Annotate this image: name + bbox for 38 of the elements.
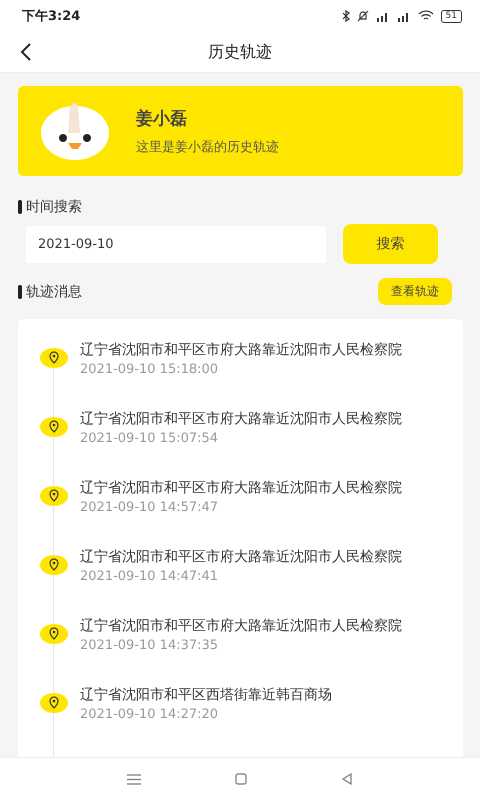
location-pin-icon — [40, 417, 68, 437]
section-title: 时间搜索 — [26, 198, 82, 216]
track-address: 辽宁省沈阳市和平区市府大路靠近沈阳市人民检察院 — [80, 548, 403, 567]
back-nav-icon[interactable] — [341, 773, 353, 785]
section-title: 轨迹消息 — [26, 282, 82, 300]
track-time: 2021-09-10 14:27:20 — [80, 707, 220, 722]
location-pin-icon — [40, 348, 68, 368]
signal-icon — [376, 10, 390, 22]
view-track-button[interactable]: 查看轨迹 — [378, 278, 452, 305]
page-title: 历史轨迹 — [208, 42, 272, 62]
profile-subtitle: 这里是姜小磊的历史轨迹 — [136, 138, 279, 156]
track-time: 2021-09-10 14:47:41 — [80, 569, 220, 584]
menu-icon[interactable] — [127, 774, 141, 784]
track-address: 辽宁省沈阳市和平区市府大路靠近沈阳市人民检察院 — [80, 617, 403, 636]
location-pin-icon — [40, 555, 68, 575]
track-address: 辽宁省沈阳市和平区市府大路靠近沈阳市人民检察院 — [80, 410, 403, 429]
location-pin-icon — [40, 624, 68, 644]
track-address: 辽宁省沈阳市和平区市府大路靠近沈阳市人民检察院 — [80, 479, 403, 498]
home-icon[interactable] — [235, 773, 247, 785]
signal-icon — [396, 10, 411, 22]
wifi-icon — [418, 10, 434, 22]
date-field[interactable]: 2021-09-10 — [26, 226, 326, 262]
track-time: 2021-09-10 14:57:47 — [80, 500, 220, 515]
search-button[interactable]: 搜索 — [343, 224, 438, 264]
battery-level: 51 — [440, 10, 462, 22]
status-time: 下午3:24 — [22, 8, 80, 25]
track-time: 2021-09-10 14:37:35 — [80, 638, 220, 653]
mute-icon — [356, 10, 369, 22]
track-time: 2021-09-10 15:07:54 — [80, 431, 220, 446]
location-pin-icon — [40, 693, 68, 713]
bluetooth-icon — [342, 10, 350, 22]
user-name: 姜小磊 — [136, 108, 188, 130]
location-pin-icon — [40, 486, 68, 506]
track-time: 2021-09-10 15:18:00 — [80, 362, 220, 377]
track-address: 辽宁省沈阳市和平区西塔街靠近韩百商场 — [80, 686, 333, 705]
back-icon[interactable] — [20, 42, 32, 62]
duck-avatar-icon — [40, 101, 110, 161]
track-address: 辽宁省沈阳市和平区市府大路靠近沈阳市人民检察院 — [80, 341, 403, 360]
